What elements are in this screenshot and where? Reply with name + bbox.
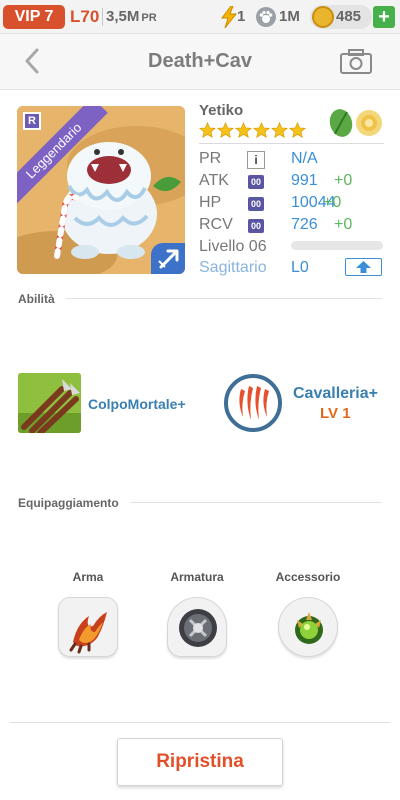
stat-label: PR	[199, 150, 222, 167]
abilities-title: Abilità	[18, 292, 55, 306]
equipment-divider	[130, 502, 382, 503]
stat-tag: 00	[248, 219, 264, 233]
armor-slot[interactable]	[167, 597, 227, 657]
hero-level: Livello 06	[199, 238, 267, 255]
stat-row-hp: HP 00 10044 +0	[199, 194, 384, 214]
slot-label-armor: Armatura	[170, 570, 224, 584]
stat-tag: 00	[248, 175, 264, 189]
star-icon	[253, 122, 270, 139]
name-divider	[199, 143, 384, 144]
divider	[102, 8, 103, 26]
claw-marks-icon[interactable]	[223, 373, 283, 433]
player-level: L70	[70, 7, 100, 26]
slot-label-accessory: Accessorio	[275, 570, 341, 584]
equipment-title: Equipaggiamento	[18, 496, 119, 510]
energy-icon	[221, 6, 238, 28]
crossed-arrows-icon	[18, 373, 81, 433]
stat-tag: 00	[248, 197, 264, 211]
skill-name[interactable]: ColpoMortale+	[88, 396, 186, 412]
stat-value: 991	[291, 172, 318, 189]
coin-count: 485	[336, 8, 362, 25]
hero-class: Sagittario	[199, 259, 267, 276]
star-icon	[199, 122, 216, 139]
vip-badge[interactable]: VIP 7	[3, 5, 65, 29]
arrow-up-icon	[356, 261, 371, 273]
accessory-slot[interactable]	[278, 597, 338, 657]
page-header: Death+Cav	[0, 34, 400, 90]
passive-name[interactable]: Cavalleria+	[293, 385, 378, 403]
coin-icon	[312, 6, 334, 28]
power-rating: 3,5M PR	[106, 8, 157, 25]
camera-icon[interactable]	[338, 46, 374, 76]
power-value: 3,5M	[106, 8, 140, 25]
armor-shield-icon	[179, 609, 217, 647]
add-coins-button[interactable]: +	[373, 6, 395, 28]
stat-label: HP	[199, 194, 222, 211]
class-level: L0	[291, 259, 309, 276]
abilities-divider	[66, 298, 382, 299]
stat-value: N/A	[291, 150, 318, 167]
stat-value: 726	[291, 216, 318, 233]
archer-class-icon	[151, 243, 185, 274]
info-icon[interactable]: i	[247, 151, 265, 169]
status-bar: VIP 7 L70 3,5M PR 1 1M 485 +	[0, 0, 400, 34]
fire-claw-icon	[69, 612, 107, 654]
star-icon	[217, 122, 234, 139]
stat-bonus: +0	[323, 194, 342, 211]
class-upgrade-button[interactable]	[345, 258, 382, 276]
slot-label-weapon: Arma	[72, 570, 104, 584]
stat-row-atk: ATK 00 991 +0	[199, 172, 384, 192]
leaf-icon	[329, 109, 353, 137]
star-icon	[289, 122, 306, 139]
sun-icon	[356, 110, 382, 136]
star-icon	[271, 122, 288, 139]
power-unit: PR	[141, 12, 157, 24]
stat-row-pr: PR i N/A	[199, 150, 384, 170]
stat-label: RCV	[199, 216, 233, 233]
stat-row-rcv: RCV 00 726 +0	[199, 216, 384, 236]
skill-icon[interactable]	[18, 373, 81, 433]
bottom-divider	[10, 722, 390, 723]
stat-bonus: +0	[334, 172, 353, 189]
star-icon	[235, 122, 252, 139]
rarity-badge: R	[23, 112, 41, 130]
stat-label: ATK	[199, 172, 229, 189]
passive-level: LV 1	[320, 405, 351, 422]
energy-count: 1	[237, 8, 246, 25]
star-rating	[199, 122, 306, 139]
xp-progress-bar	[291, 241, 383, 250]
hero-name: Yetiko	[199, 102, 244, 119]
green-orb-icon	[295, 612, 323, 644]
paw-count: 1M	[279, 8, 300, 25]
weapon-slot[interactable]	[58, 597, 118, 657]
stat-bonus: +0	[334, 216, 353, 233]
element-icons	[329, 109, 382, 137]
paw-icon	[256, 7, 276, 27]
reset-button[interactable]: Ripristina	[117, 738, 283, 786]
